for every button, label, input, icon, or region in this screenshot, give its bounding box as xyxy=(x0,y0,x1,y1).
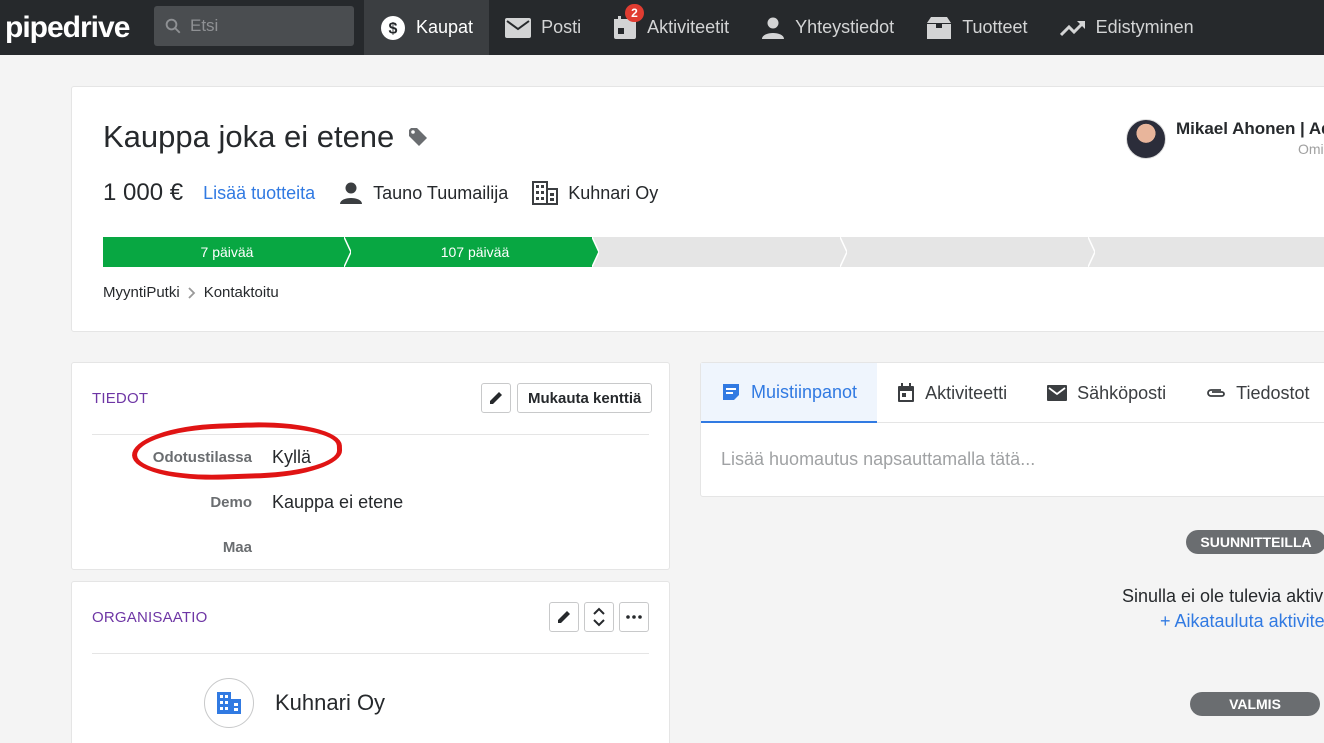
stage-duration: 107 päivää xyxy=(440,244,510,260)
nav-item-tuotteet[interactable]: Tuotteet xyxy=(910,0,1043,55)
divider xyxy=(92,653,649,654)
organization-section-title[interactable]: ORGANISAATIO xyxy=(92,609,207,626)
deal-meta: 1 000 € Lisää tuotteita Tauno Tuumailija… xyxy=(103,179,658,207)
details-section-title[interactable]: TIEDOT xyxy=(92,390,148,407)
schedule-activity-link[interactable]: + Aikatauluta aktivite xyxy=(1160,611,1324,632)
search-icon xyxy=(165,18,181,34)
pencil-icon xyxy=(490,392,502,404)
more-options-button[interactable] xyxy=(619,602,649,632)
pipeline-stage[interactable] xyxy=(1095,237,1324,267)
add-products-link[interactable]: Lisää tuotteita xyxy=(203,183,315,204)
activity-tabs: Muistiinpanot Aktiviteetti Sähköposti Ti… xyxy=(701,363,1324,423)
chevron-right-icon xyxy=(188,286,195,299)
owner-name: Mikael Ahonen | Ad xyxy=(1176,119,1324,138)
paperclip-icon xyxy=(1207,389,1226,397)
organization-name[interactable]: Kuhnari Oy xyxy=(275,690,385,716)
tab-sahkoposti[interactable]: Sähköposti xyxy=(1027,363,1186,423)
trending-icon xyxy=(1059,20,1085,36)
change-organization-button[interactable] xyxy=(584,602,614,632)
nav-item-label: Tuotteet xyxy=(962,17,1028,37)
deal-owner[interactable]: Mikael Ahonen | Ad Omi xyxy=(1126,119,1324,159)
nav-item-aktiviteetit[interactable]: 2 Aktiviteetit xyxy=(597,0,745,55)
nav-item-label: Edistyminen xyxy=(1095,17,1194,37)
tab-label: Tiedostot xyxy=(1236,382,1310,403)
top-navigation: pipedrive Etsi $ Kaupat Posti 2 Aktivite… xyxy=(0,0,1324,55)
pipeline-stage[interactable]: 107 päivää xyxy=(351,237,600,267)
deal-header-card: Kauppa joka ei etene Mikael Ahonen | Ad … xyxy=(71,86,1324,332)
deal-title: Kauppa joka ei etene xyxy=(103,119,428,155)
search-input[interactable]: Etsi xyxy=(154,6,354,46)
calendar-icon xyxy=(898,383,915,402)
tab-label: Sähköposti xyxy=(1077,382,1167,403)
nav-item-edistyminen[interactable]: Edistyminen xyxy=(1044,0,1210,55)
pipeline-stage[interactable]: 7 päivää xyxy=(103,237,352,267)
avatar xyxy=(1126,119,1166,159)
dollar-icon: $ xyxy=(381,15,405,40)
deal-person[interactable]: Tauno Tuumailija xyxy=(339,181,508,205)
deal-value[interactable]: 1 000 € xyxy=(103,179,183,207)
deal-organization-name: Kuhnari Oy xyxy=(568,182,659,203)
tab-tiedostot[interactable]: Tiedostot xyxy=(1186,363,1324,423)
edit-organization-button[interactable] xyxy=(549,602,579,632)
tab-aktiviteetti[interactable]: Aktiviteetti xyxy=(877,363,1027,423)
pipeline-stages: 7 päivää 107 päivää xyxy=(103,237,1324,267)
stage-duration: 7 päivää xyxy=(200,244,254,260)
pipeline-stage[interactable] xyxy=(599,237,848,267)
building-icon xyxy=(532,181,559,205)
nav-item-kaupat[interactable]: $ Kaupat xyxy=(364,0,490,55)
tab-muistiinpanot[interactable]: Muistiinpanot xyxy=(701,363,878,423)
done-badge: VALMIS xyxy=(1190,692,1320,716)
pencil-icon xyxy=(558,611,570,623)
nav-item-label: Yhteystiedot xyxy=(795,17,895,37)
nav-item-label: Aktiviteetit xyxy=(647,17,730,37)
nav-item-label: Kaupat xyxy=(416,17,474,37)
customize-fields-button[interactable]: Mukauta kenttiä xyxy=(517,383,653,413)
person-icon xyxy=(340,182,363,204)
tab-label: Muistiinpanot xyxy=(751,381,858,402)
no-activities-text: Sinulla ei ole tulevia aktivi xyxy=(1122,586,1324,606)
mail-icon xyxy=(1047,385,1068,401)
deal-organization[interactable]: Kuhnari Oy xyxy=(532,181,658,205)
organization-avatar xyxy=(204,678,254,728)
svg-text:$: $ xyxy=(389,20,398,37)
tag-icon[interactable] xyxy=(408,127,428,147)
note-input[interactable]: Lisää huomautus napsauttamalla tätä... xyxy=(721,449,1035,470)
building-icon xyxy=(217,692,241,714)
field-label-odotustilassa: Odotustilassa xyxy=(152,449,252,466)
field-label-maa: Maa xyxy=(222,539,252,556)
breadcrumb-stage[interactable]: Kontaktoitu xyxy=(204,284,279,301)
mail-icon xyxy=(505,17,532,38)
edit-details-button[interactable] xyxy=(481,383,511,413)
notes-panel: Muistiinpanot Aktiviteetti Sähköposti Ti… xyxy=(700,362,1324,497)
nav-item-yhteystiedot[interactable]: Yhteystiedot xyxy=(745,0,910,55)
breadcrumb-pipeline[interactable]: MyyntiPutki xyxy=(103,284,180,301)
owner-role: Omi xyxy=(1298,141,1324,157)
ellipsis-icon xyxy=(626,615,642,619)
tab-label: Aktiviteetti xyxy=(925,382,1008,403)
chevron-updown-icon xyxy=(593,607,605,627)
organization-card: ORGANISAATIO Kuhnari Oy xyxy=(71,581,670,743)
breadcrumb: MyyntiPutki Kontaktoitu xyxy=(103,284,279,301)
notification-badge: 2 xyxy=(625,4,644,22)
deal-person-name: Tauno Tuumailija xyxy=(373,182,509,203)
field-value-odotustilassa[interactable]: Kyllä xyxy=(272,447,311,468)
search-placeholder: Etsi xyxy=(190,16,219,35)
field-value-demo[interactable]: Kauppa ei etene xyxy=(272,492,403,513)
nav-item-label: Posti xyxy=(541,17,582,37)
field-label-demo: Demo xyxy=(210,494,252,511)
pipedrive-logo[interactable]: pipedrive xyxy=(0,0,154,55)
deal-title-text[interactable]: Kauppa joka ei etene xyxy=(103,119,394,155)
nav-item-posti[interactable]: Posti xyxy=(489,0,597,55)
planned-badge: SUUNNITTEILLA xyxy=(1186,530,1324,554)
details-card: TIEDOT Mukauta kenttiä Odotustilassa Kyl… xyxy=(71,362,670,570)
person-icon xyxy=(762,17,785,39)
pipeline-stage[interactable] xyxy=(847,237,1096,267)
box-icon xyxy=(927,16,952,39)
note-icon xyxy=(723,384,739,400)
